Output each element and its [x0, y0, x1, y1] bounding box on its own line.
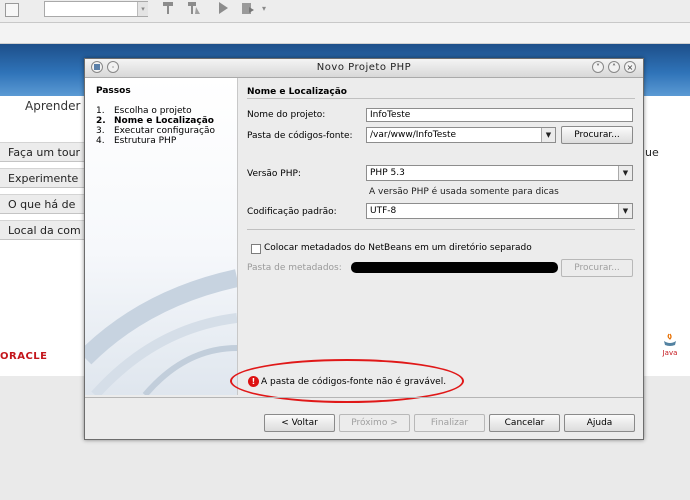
start-item-tour[interactable]: Faça um tour	[0, 142, 88, 162]
project-name-label: Nome do projeto:	[247, 110, 326, 120]
steps-decoration	[85, 269, 237, 395]
clean-build-icon[interactable]	[186, 1, 202, 17]
chevron-down-icon[interactable]: ▼	[541, 128, 555, 142]
browse-source-button[interactable]: Procurar...	[561, 126, 633, 144]
ide-toolbar: ▾ ▾	[0, 0, 690, 23]
step-item-current: 2. Nome e Localização	[96, 116, 214, 126]
java-cup-icon	[664, 333, 676, 346]
source-folder-value: /var/www/InfoTeste	[370, 130, 457, 140]
steps-panel: Passos 1. Escolha o projeto 2. Nome e Loca…	[85, 78, 238, 395]
metadata-folder-field-redacted[interactable]	[351, 262, 558, 273]
oracle-logo: ORACLE	[0, 351, 48, 362]
next-button[interactable]: Próximo >	[339, 414, 410, 432]
help-button[interactable]: Ajuda	[564, 414, 635, 432]
step-item: 3. Executar configuração	[96, 126, 215, 136]
encoding-combo[interactable]: UTF-8 ▼	[366, 203, 633, 219]
hammer-icon[interactable]	[160, 1, 176, 17]
dialog-titlebar[interactable]: · Novo Projeto PHP ˅ ˄ ×	[85, 59, 643, 78]
minimize-icon[interactable]: ˅	[592, 61, 604, 73]
php-version-value: PHP 5.3	[370, 168, 405, 178]
finish-button[interactable]: Finalizar	[414, 414, 485, 432]
browse-metadata-button[interactable]: Procurar...	[561, 259, 633, 277]
encoding-value: UTF-8	[370, 206, 397, 216]
steps-title: Passos	[96, 86, 131, 96]
chevron-down-icon[interactable]: ▾	[137, 2, 148, 16]
configuration-combo[interactable]	[44, 1, 148, 17]
dialog-title: Novo Projeto PHP	[316, 62, 412, 73]
php-version-hint: A versão PHP é usada somente para dicas	[369, 187, 559, 197]
source-folder-label: Pasta de códigos-fonte:	[247, 131, 353, 141]
chevron-down-icon[interactable]: ▼	[618, 204, 632, 218]
project-name-field[interactable]: InfoTeste	[366, 108, 633, 122]
step-item: 1. Escolha o projeto	[96, 106, 192, 116]
new-php-project-dialog: · Novo Projeto PHP ˅ ˄ × Passos 1. Escolh…	[84, 58, 644, 440]
start-item-try[interactable]: Experimente	[0, 168, 88, 188]
php-version-combo[interactable]: PHP 5.3 ▼	[366, 165, 633, 181]
run-icon[interactable]	[215, 1, 231, 17]
metadata-folder-label: Pasta de metadados:	[247, 263, 342, 273]
cancel-button[interactable]: Cancelar	[489, 414, 560, 432]
back-button[interactable]: < Voltar	[264, 414, 335, 432]
metadata-checkbox[interactable]	[251, 244, 261, 254]
start-item-community[interactable]: Local da com	[0, 220, 88, 240]
encoding-label: Codificação padrão:	[247, 207, 337, 217]
panel-title-separator	[247, 98, 635, 99]
footer-separator	[85, 397, 643, 398]
maximize-icon[interactable]: ˄	[608, 61, 620, 73]
ide-secondary-toolbar	[0, 23, 690, 44]
learn-heading: Aprender	[25, 99, 81, 113]
source-folder-combo[interactable]: /var/www/InfoTeste ▼	[366, 127, 556, 143]
dropdown-arrow-icon[interactable]: ▾	[256, 1, 272, 17]
debug-icon[interactable]	[240, 1, 256, 17]
start-item-whats-new[interactable]: O que há de	[0, 194, 88, 214]
java-logo-text: Java	[662, 349, 678, 357]
close-icon[interactable]: ×	[624, 61, 636, 73]
toolbar-button[interactable]	[5, 3, 19, 17]
chevron-down-icon[interactable]: ▼	[618, 166, 632, 180]
start-page-text-fragment: ue	[645, 146, 659, 159]
panel-title: Nome e Localização	[247, 87, 347, 97]
section-separator	[247, 229, 635, 230]
metadata-checkbox-label[interactable]: Colocar metadados do NetBeans em um dire…	[264, 243, 532, 253]
step-item: 4. Estrutura PHP	[96, 136, 177, 146]
php-version-label: Versão PHP:	[247, 169, 301, 179]
java-logo: Java	[658, 333, 682, 357]
